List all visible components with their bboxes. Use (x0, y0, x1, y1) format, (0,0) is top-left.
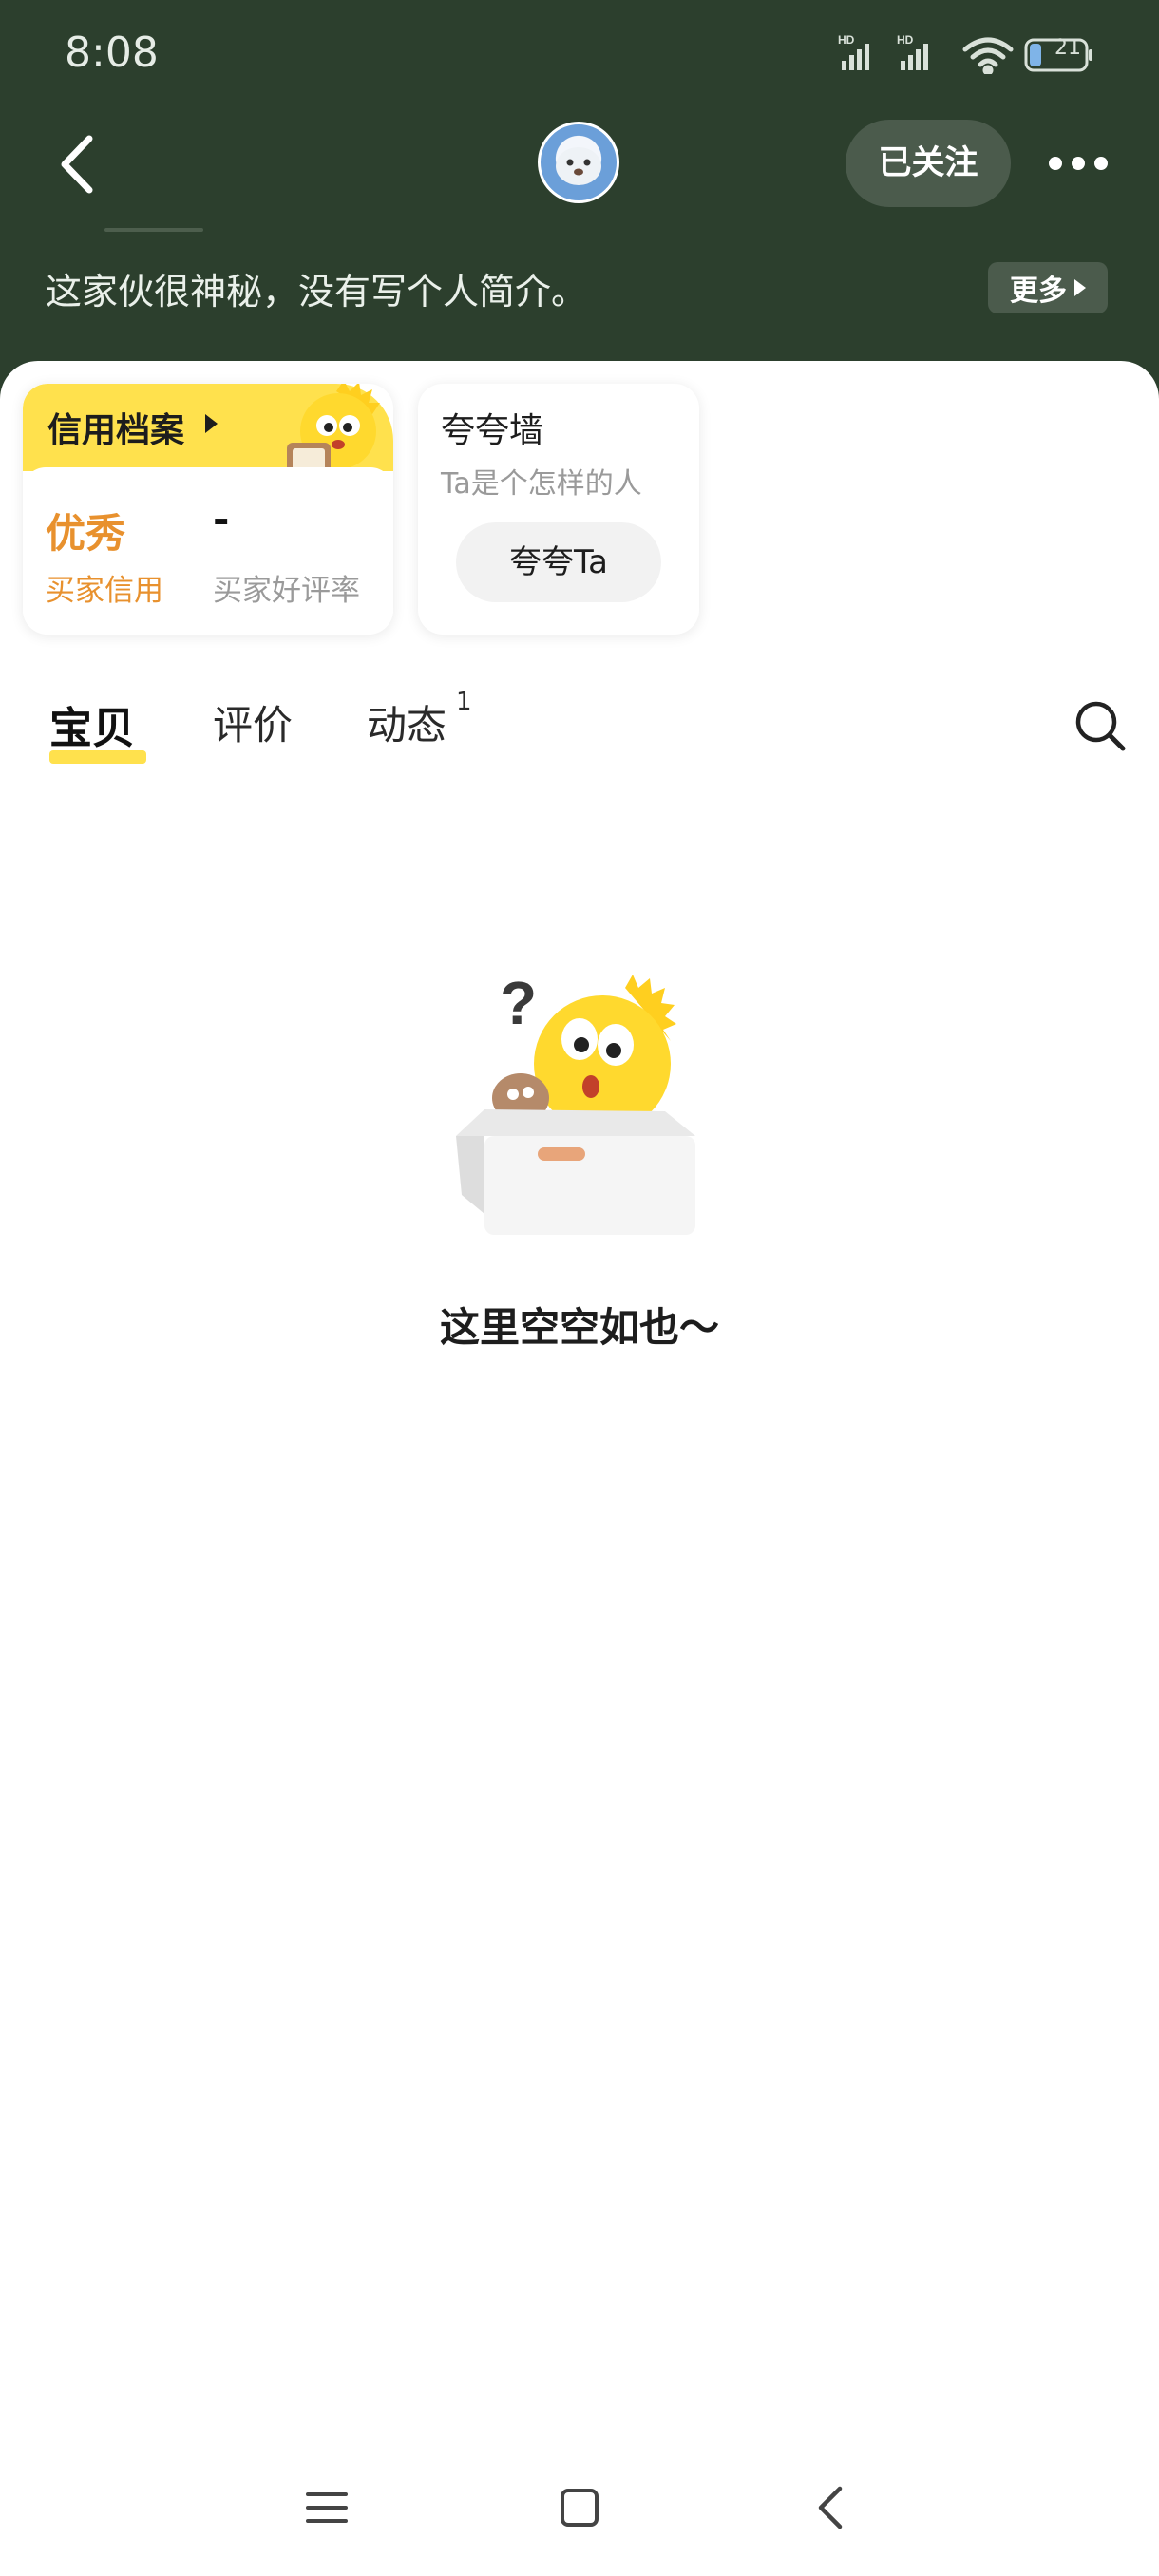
hd-signal-icon: HD (897, 33, 928, 70)
status-icons: HD HD 21 (838, 32, 1094, 74)
wifi-icon (962, 37, 1014, 74)
bio-more-label: 更多 (1010, 275, 1067, 308)
system-back-button[interactable] (808, 2483, 857, 2532)
buyer-credit-label: 买家信用 (46, 574, 163, 608)
seal-avatar-icon (556, 147, 601, 185)
more-dots-icon (1049, 157, 1108, 170)
square-icon (560, 2489, 598, 2527)
back-button[interactable] (51, 131, 108, 198)
empty-box-mascot-icon: ? (456, 969, 695, 1235)
more-options-button[interactable] (1047, 142, 1110, 184)
hd-signal-icon: HD (838, 33, 869, 70)
search-icon (1075, 701, 1126, 751)
chevron-left-icon (61, 135, 93, 194)
svg-text:HD: HD (897, 33, 914, 47)
credit-card-body: 优秀 买家信用 - 买家好评率 (23, 467, 393, 635)
following-button[interactable]: 已关注 (846, 120, 1011, 207)
empty-state-message: 这里空空如也～ (439, 1304, 719, 1351)
credit-card-header[interactable]: 信用档案 (23, 384, 393, 477)
menu-icon (306, 2492, 348, 2523)
tab-bar: 宝贝 评价 动态 1 (0, 684, 1159, 779)
svg-text:HD: HD (838, 33, 855, 47)
positive-rate-label: 买家好评率 (213, 574, 360, 608)
status-time: 8:08 (65, 28, 159, 77)
triangle-right-icon (205, 414, 218, 433)
buyer-credit-value: 优秀 (46, 510, 126, 557)
praise-button[interactable]: 夸夸Ta (456, 522, 661, 602)
tab-reviews[interactable]: 评价 (213, 693, 293, 751)
profile-bio: 这家伙很神秘，没有写个人简介。 (46, 271, 588, 313)
svg-text:?: ? (500, 969, 537, 1037)
battery-level: 21 (1054, 36, 1081, 60)
praise-wall-subtitle: Ta是个怎样的人 (441, 467, 642, 501)
search-button[interactable] (1074, 699, 1127, 752)
credit-profile-card[interactable]: 信用档案 优秀 买家信用 - 买家好评率 (23, 384, 393, 635)
home-button[interactable] (555, 2483, 604, 2532)
tab-items[interactable]: 宝贝 (49, 693, 135, 755)
positive-rate-value: - (213, 496, 230, 542)
credit-card-title: 信用档案 (48, 411, 185, 450)
mascot-icon (287, 384, 380, 477)
praise-wall-card[interactable]: 夸夸墙 Ta是个怎样的人 夸夸Ta (418, 384, 699, 635)
tab-activity-badge: 1 (456, 688, 472, 716)
chevron-left-icon (818, 2486, 843, 2529)
system-nav-bar (0, 2470, 1159, 2546)
avatar[interactable] (538, 122, 619, 203)
bio-more-button[interactable]: 更多 (988, 262, 1108, 313)
header-divider (104, 228, 203, 232)
recent-apps-button[interactable] (302, 2483, 352, 2532)
praise-wall-title: 夸夸墙 (441, 411, 544, 450)
triangle-right-icon (1074, 279, 1086, 296)
tab-activity[interactable]: 动态 (367, 693, 446, 751)
